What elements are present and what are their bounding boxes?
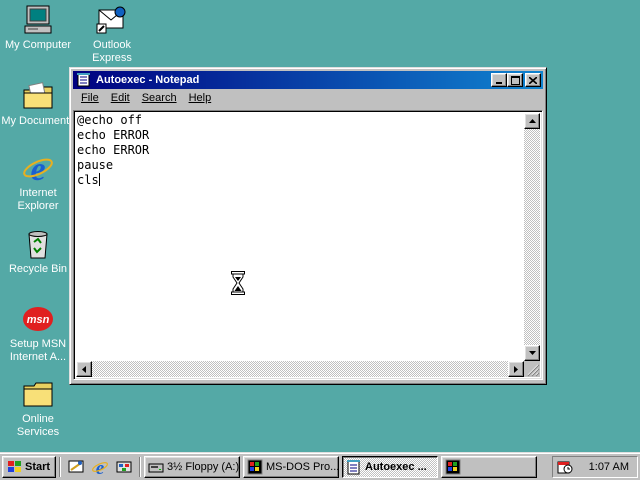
outlook-express-icon xyxy=(96,4,128,36)
desktop-icon-label: Internet Explorer xyxy=(17,187,59,212)
system-tray: 1:07 AM xyxy=(552,456,638,478)
desktop-icon-internet-explorer[interactable]: e Internet Explorer xyxy=(0,151,76,213)
vertical-scrollbar[interactable] xyxy=(524,113,540,361)
taskbar-separator xyxy=(139,456,141,477)
menu-edit-label: Edit xyxy=(110,92,130,104)
resize-grip-icon xyxy=(527,364,540,377)
desktop-icon-label: Setup MSN Internet A... xyxy=(9,338,67,363)
desktop-icon-label: Online Services xyxy=(16,413,60,438)
my-computer-icon xyxy=(22,4,54,36)
horizontal-scrollbar[interactable] xyxy=(76,361,524,377)
window-title: Autoexec - Notepad xyxy=(96,74,200,86)
folder-icon xyxy=(22,378,54,410)
recycle-bin-icon xyxy=(22,228,54,260)
text-edit-area[interactable]: @echo off echo ERROR echo ERROR pause cl… xyxy=(73,110,543,380)
window-titlebar[interactable]: Autoexec - Notepad xyxy=(73,71,543,89)
taskbar-button-label: 3½ Floppy (A:) xyxy=(167,460,240,473)
taskbar-button-floppy[interactable]: 3½ Floppy (A:) xyxy=(144,455,240,478)
text-line: echo ERROR xyxy=(77,128,150,142)
menu-search[interactable]: Search xyxy=(136,90,183,107)
text-caret xyxy=(98,173,100,186)
ms-dos-icon xyxy=(445,459,461,475)
desktop-icon-label: Recycle Bin xyxy=(8,263,68,275)
desktop-icon-recycle-bin[interactable]: Recycle Bin xyxy=(0,228,76,276)
windows-logo-icon xyxy=(6,460,22,474)
text-content[interactable]: @echo off echo ERROR echo ERROR pause cl… xyxy=(77,113,525,359)
ms-dos-icon xyxy=(247,459,263,475)
start-label: Start xyxy=(25,460,51,473)
arrow-left-icon xyxy=(82,365,86,373)
internet-explorer-icon: e xyxy=(22,151,54,188)
menu-edit[interactable]: Edit xyxy=(105,90,136,107)
taskbar-button-label: Autoexec ... xyxy=(365,460,427,473)
menu-search-label: Search xyxy=(141,92,177,104)
desktop-icon-outlook-express[interactable]: Outlook Express xyxy=(74,4,150,65)
maximize-button[interactable] xyxy=(507,73,523,87)
floppy-drive-icon xyxy=(148,459,164,475)
arrow-up-icon xyxy=(528,119,536,123)
text-line: cls xyxy=(77,173,99,187)
taskbar-separator xyxy=(59,456,61,477)
channels-icon[interactable] xyxy=(114,457,134,477)
taskbar-button-msdos[interactable]: MS-DOS Pro... xyxy=(243,455,339,478)
hourglass-cursor-icon xyxy=(231,271,245,295)
scheduler-icon[interactable] xyxy=(557,459,573,475)
taskbar: Start e 3½ Floppy (A:) MS-DOS Pro... Aut… xyxy=(0,452,640,480)
notepad-icon xyxy=(76,73,92,87)
text-line: @echo off xyxy=(77,113,143,127)
scroll-up-button[interactable] xyxy=(524,113,540,129)
taskbar-clock[interactable]: 1:07 AM xyxy=(589,461,629,473)
desktop-icon-label: Outlook Express xyxy=(92,39,132,64)
close-button[interactable] xyxy=(525,73,541,87)
svg-text:msn: msn xyxy=(27,314,50,326)
scroll-left-button[interactable] xyxy=(76,361,92,377)
menu-help[interactable]: Help xyxy=(183,90,218,107)
desktop-icon-setup-msn[interactable]: msn Setup MSN Internet A... xyxy=(0,303,76,364)
notepad-window: Autoexec - Notepad File Edit Search Help… xyxy=(69,67,547,385)
scroll-right-button[interactable] xyxy=(508,361,524,377)
msn-icon: msn xyxy=(22,303,54,335)
desktop-icon-my-computer[interactable]: My Computer xyxy=(0,4,76,52)
desktop-icon-label: My Documents xyxy=(1,115,75,127)
taskbar-button-autoexec[interactable]: Autoexec ... xyxy=(342,455,438,478)
notepad-icon xyxy=(346,459,362,475)
minimize-button[interactable] xyxy=(491,73,507,87)
scroll-down-button[interactable] xyxy=(524,345,540,361)
maximize-icon xyxy=(510,75,520,85)
taskbar-button-label: MS-DOS Pro... xyxy=(266,460,339,473)
menu-file-label: File xyxy=(81,92,99,104)
menu-file[interactable]: File xyxy=(75,90,105,107)
arrow-right-icon xyxy=(514,365,518,373)
menu-help-label: Help xyxy=(188,92,212,104)
text-line: echo ERROR xyxy=(77,143,150,157)
arrow-down-icon xyxy=(528,351,536,355)
desktop-icon-my-documents[interactable]: My Documents xyxy=(0,80,76,128)
size-grip[interactable] xyxy=(524,361,540,377)
menu-bar: File Edit Search Help xyxy=(73,89,543,108)
start-button[interactable]: Start xyxy=(2,455,56,478)
taskbar-button-msdos-2[interactable] xyxy=(441,455,537,478)
minimize-icon xyxy=(496,82,502,84)
close-icon xyxy=(529,76,537,84)
desktop-icon-label: My Computer xyxy=(4,39,72,51)
svg-text:e: e xyxy=(30,152,45,184)
folder-documents-icon xyxy=(22,80,54,112)
svg-text:e: e xyxy=(96,458,105,476)
text-line: pause xyxy=(77,158,114,172)
show-desktop-icon[interactable] xyxy=(66,457,86,477)
internet-explorer-icon[interactable]: e xyxy=(90,457,110,477)
desktop-icon-online-services[interactable]: Online Services xyxy=(0,378,76,439)
